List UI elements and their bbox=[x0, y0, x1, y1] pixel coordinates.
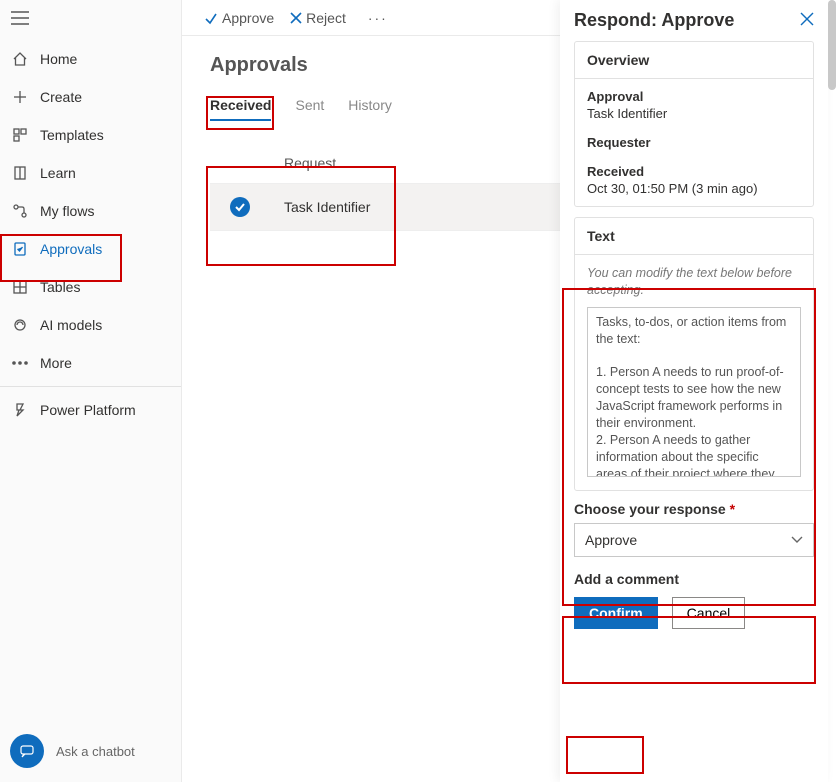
response-value: Approve bbox=[585, 532, 637, 548]
chevron-down-icon bbox=[791, 536, 803, 544]
cancel-button[interactable]: Cancel bbox=[672, 597, 746, 629]
sidebar-item-label: My flows bbox=[40, 203, 94, 219]
sidebar-item-create[interactable]: Create bbox=[0, 78, 181, 116]
sidebar-item-label: Tables bbox=[40, 279, 80, 295]
sidebar-item-label: Templates bbox=[40, 127, 104, 143]
sidebar-item-label: AI models bbox=[40, 317, 102, 333]
sidebar-item-more[interactable]: More bbox=[0, 344, 181, 382]
approval-label: Approval bbox=[587, 89, 801, 104]
reject-label: Reject bbox=[306, 10, 346, 26]
approve-label: Approve bbox=[222, 10, 274, 26]
comment-label: Add a comment bbox=[574, 571, 814, 587]
sidebar-item-aimodels[interactable]: AI models bbox=[0, 306, 181, 344]
overview-heading: Overview bbox=[575, 42, 813, 79]
hamburger-menu-button[interactable] bbox=[0, 0, 40, 36]
approvals-icon bbox=[10, 239, 30, 259]
nav-divider bbox=[0, 386, 181, 387]
sidebar-item-label: Learn bbox=[40, 165, 76, 181]
flows-icon bbox=[10, 201, 30, 221]
sidebar-item-home[interactable]: Home bbox=[0, 40, 181, 78]
response-label: Choose your response * bbox=[574, 501, 814, 517]
sidebar-item-tables[interactable]: Tables bbox=[0, 268, 181, 306]
reject-button[interactable]: Reject bbox=[290, 10, 346, 26]
nav-list: Home Create Templates Learn My flows App… bbox=[0, 36, 181, 429]
approve-button[interactable]: Approve bbox=[204, 10, 274, 26]
response-dropdown[interactable]: Approve bbox=[574, 523, 814, 557]
text-heading: Text bbox=[575, 218, 813, 255]
text-card: Text You can modify the text below befor… bbox=[574, 217, 814, 491]
sidebar-item-powerplatform[interactable]: Power Platform bbox=[0, 391, 181, 429]
more-actions-button[interactable]: ··· bbox=[362, 10, 394, 26]
sidebar-item-label: Home bbox=[40, 51, 77, 67]
chatbot-icon bbox=[10, 734, 44, 768]
tab-history[interactable]: History bbox=[348, 97, 392, 121]
sidebar-item-approvals[interactable]: Approvals bbox=[0, 230, 181, 268]
power-platform-icon bbox=[10, 400, 30, 420]
more-icon bbox=[10, 353, 30, 373]
confirm-button[interactable]: Confirm bbox=[574, 597, 658, 629]
ai-icon bbox=[10, 315, 30, 335]
requester-label: Requester bbox=[587, 135, 801, 150]
book-icon bbox=[10, 163, 30, 183]
home-icon bbox=[10, 49, 30, 69]
chatbot-label: Ask a chatbot bbox=[56, 744, 135, 759]
left-sidebar: Home Create Templates Learn My flows App… bbox=[0, 0, 182, 782]
sidebar-item-myflows[interactable]: My flows bbox=[0, 192, 181, 230]
received-label: Received bbox=[587, 164, 801, 179]
close-button[interactable] bbox=[800, 12, 814, 29]
sidebar-item-templates[interactable]: Templates bbox=[0, 116, 181, 154]
sidebar-item-label: More bbox=[40, 355, 72, 371]
sidebar-item-label: Power Platform bbox=[40, 402, 136, 418]
panel-title: Respond: Approve bbox=[574, 10, 734, 31]
sidebar-item-label: Create bbox=[40, 89, 82, 105]
scrollbar-thumb[interactable] bbox=[828, 0, 836, 90]
sidebar-item-label: Approvals bbox=[40, 241, 102, 257]
overview-card: Overview Approval Task Identifier Reques… bbox=[574, 41, 814, 207]
scrollbar-track bbox=[828, 0, 836, 782]
respond-panel: Respond: Approve Overview Approval Task … bbox=[560, 0, 828, 782]
chatbot-launcher[interactable]: Ask a chatbot bbox=[0, 734, 181, 782]
tab-received[interactable]: Received bbox=[210, 97, 271, 121]
check-circle-icon bbox=[230, 197, 250, 217]
approval-value: Task Identifier bbox=[587, 106, 801, 121]
sidebar-item-learn[interactable]: Learn bbox=[0, 154, 181, 192]
templates-icon bbox=[10, 125, 30, 145]
text-input[interactable] bbox=[587, 307, 801, 477]
tab-sent[interactable]: Sent bbox=[295, 97, 324, 121]
text-hint: You can modify the text below before acc… bbox=[587, 265, 801, 299]
plus-icon bbox=[10, 87, 30, 107]
row-title: Task Identifier bbox=[268, 199, 370, 215]
received-value: Oct 30, 01:50 PM (3 min ago) bbox=[587, 181, 801, 196]
grid-icon bbox=[10, 277, 30, 297]
